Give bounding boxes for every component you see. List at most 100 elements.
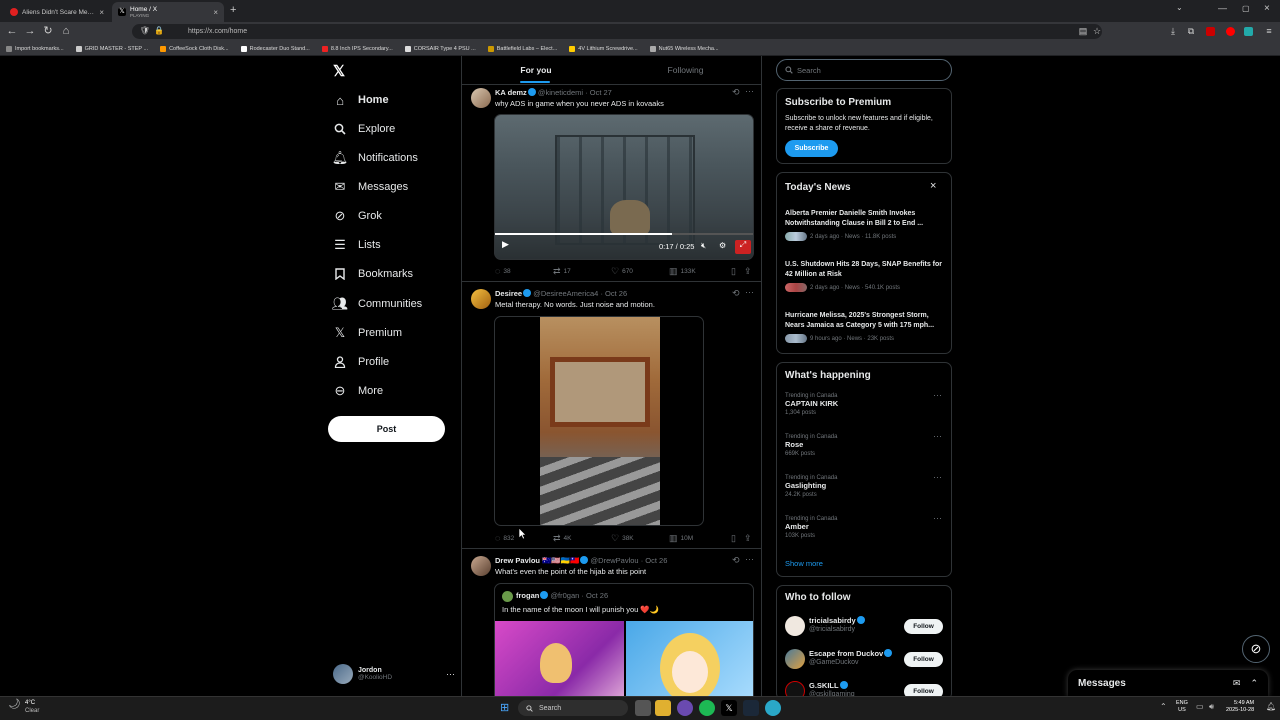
nav-lists[interactable]: ☰ Lists [332,233,380,257]
share-button[interactable]: ⇪ [744,533,752,544]
bookmark-item[interactable]: 8.8 Inch IPS Secondary... [321,45,393,52]
menu-icon[interactable]: ≡ [1262,24,1276,38]
tweet[interactable]: Drew Pavlou 🇦🇺🇺🇸🇺🇦🇹🇼 @DrewPavlou · Oct 2… [462,550,761,696]
downloads-icon[interactable]: ⤓ [1166,24,1180,38]
weather-icon[interactable]: 🌙︎ [8,699,21,710]
post-button[interactable]: Post [328,416,445,442]
bookmark-item[interactable]: CORSAIR Type 4 PSU ... [404,45,476,52]
url-bar[interactable]: https://x.com/home [132,24,1102,39]
extension-red-icon[interactable] [1206,27,1215,36]
tab-list-chevron-icon[interactable]: ⌄ [1176,3,1183,12]
extension-teal-icon[interactable] [1244,27,1253,36]
language-indicator[interactable]: ENG US [1176,700,1188,714]
bookmark-item[interactable]: GRID MASTER - STEP ... [75,45,148,52]
more-dots-icon[interactable]: ··· [745,86,754,96]
expand-up-icon[interactable]: ⌃ [1250,678,1258,689]
avatar[interactable] [471,556,491,576]
volume-icon[interactable]: 🔊︎ [1209,702,1214,712]
minimize-icon[interactable]: — [1218,3,1227,13]
forward-icon[interactable]: → [23,24,37,38]
fullscreen-icon[interactable]: ⤢ [735,240,751,254]
new-tab-icon[interactable]: + [230,4,236,16]
bookmark-button[interactable]: ▯ [731,266,744,277]
bookmark-item[interactable]: Rodecaster Duo Stand... [240,45,310,52]
close-tab-icon[interactable]: × [99,8,104,17]
task-view-icon[interactable] [635,700,651,716]
tweet-author-name[interactable]: Drew Pavlou 🇦🇺🇺🇸🇺🇦🇹🇼 [495,556,579,565]
search-input[interactable]: Search [776,59,952,81]
browser-tab-home-x[interactable]: 𝕏 Home / X PLAYING × [112,2,224,22]
nav-communities[interactable]: 👥︎ Communities [332,292,422,316]
nav-messages[interactable]: ✉ Messages [332,175,409,199]
trend-item[interactable]: Trending in Canada CAPTAIN KIRK 1,304 po… [785,390,945,416]
nav-premium[interactable]: 𝕏 Premium [332,321,402,345]
subscribe-button[interactable]: Subscribe [785,140,838,157]
trend-item[interactable]: Trending in Canada Gaslighting 24.2K pos… [785,472,945,498]
tweet-video[interactable]: ▶ 0:17 / 0:25 🔇︎ ⚙ ⤢ [494,114,754,260]
nav-grok[interactable]: ⊘ Grok [332,204,382,228]
more-dots-icon[interactable]: ··· [446,669,455,679]
browser-icon[interactable] [765,700,781,716]
bookmark-star-icon[interactable]: ☆ [1090,24,1104,38]
youtube-extension-icon[interactable] [1226,27,1235,36]
windows-start-icon[interactable]: ⊞ [500,701,509,714]
messages-drawer[interactable]: Messages ✉ ⌃ [1068,670,1268,697]
avatar[interactable] [471,289,491,309]
tweet-date[interactable]: Oct 27 [590,88,612,97]
maximize-icon[interactable]: ▢ [1242,4,1250,13]
bookmark-item[interactable]: Nut65 Wireless Mecha... [649,45,719,52]
weather-widget[interactable]: 4°C Clear [25,699,39,715]
follow-button[interactable]: Follow [904,652,943,667]
more-dots-icon[interactable]: ··· [745,554,754,564]
repost-button[interactable]: ⇄ 4K [553,533,611,544]
home-page-icon[interactable]: ⌂ [59,24,73,38]
nav-notifications[interactable]: 🔔︎ Notifications [332,146,418,170]
x-logo-icon[interactable]: 𝕏 [333,62,345,80]
more-dots-icon[interactable]: ··· [933,472,942,482]
show-more-link[interactable]: Show more [785,559,823,568]
taskbar-search[interactable]: Search [518,700,628,716]
tweet-handle[interactable]: @kineticdemi [538,88,583,97]
browser-tab-aliens[interactable]: Aliens Didn't Scare Me Until I L... × [4,2,110,22]
like-button[interactable]: ♡ 670 [611,266,669,277]
tweet[interactable]: KA demz @kineticdemi · Oct 27 ⟲ ··· why … [462,85,761,282]
trend-item[interactable]: Trending in Canada Amber 103K posts ··· [785,513,945,539]
reply-button[interactable]: ◌ 38 [495,266,553,276]
nav-explore[interactable]: Explore [332,117,395,141]
nav-more[interactable]: ⊖ More [332,379,384,403]
account-switcher[interactable]: Jordon @KoolioHD ··· [333,662,455,686]
chevron-up-icon[interactable]: ⌃ [1160,702,1167,711]
spotify-icon[interactable] [699,700,715,716]
play-icon[interactable]: ▶ [502,239,509,250]
lock-icon[interactable]: 🔒 [152,24,166,38]
tweet-author-name[interactable]: Desiree [495,289,522,298]
tweet-handle[interactable]: @DrewPavlou [591,556,639,565]
file-explorer-icon[interactable] [655,700,671,716]
tweet-handle[interactable]: @DesireeAmerica4 [533,289,598,298]
bookmark-item[interactable]: CoffeeSock Cloth Disk... [160,45,229,52]
more-dots-icon[interactable]: ··· [933,431,942,441]
x-app-icon[interactable]: 𝕏 [721,700,737,716]
notification-bell-icon[interactable]: 🔔︎ [1266,702,1276,711]
more-dots-icon[interactable]: ··· [933,390,942,400]
tab-following[interactable]: Following [610,56,761,84]
quote-image-anime[interactable] [626,621,753,696]
more-dots-icon[interactable]: ··· [933,513,942,523]
tab-for-you[interactable]: For you [462,56,610,84]
nav-bookmarks[interactable]: Bookmarks [332,262,413,286]
follow-suggestion[interactable]: tricialsabirdy @tricialsabirdy Follow [785,616,947,636]
close-icon[interactable]: × [930,180,936,192]
news-item[interactable]: Hurricane Melissa, 2025's Strongest Stor… [785,311,945,343]
more-dots-icon[interactable]: ··· [745,287,754,297]
grok-icon[interactable]: ⟲ [732,555,740,566]
nav-home[interactable]: ⌂ Home [332,88,389,112]
reader-view-icon[interactable]: ▤ [1076,24,1090,38]
bookmark-item[interactable]: Import bookmarks... [6,45,64,52]
tweet-author-name[interactable]: KA demz [495,88,527,97]
mute-icon[interactable]: 🔇︎ [701,241,706,251]
close-window-icon[interactable]: × [1264,3,1270,14]
app-icon[interactable] [677,700,693,716]
tweet-date[interactable]: Oct 26 [605,289,627,298]
back-icon[interactable]: ← [5,24,19,38]
close-tab-icon[interactable]: × [213,8,218,17]
